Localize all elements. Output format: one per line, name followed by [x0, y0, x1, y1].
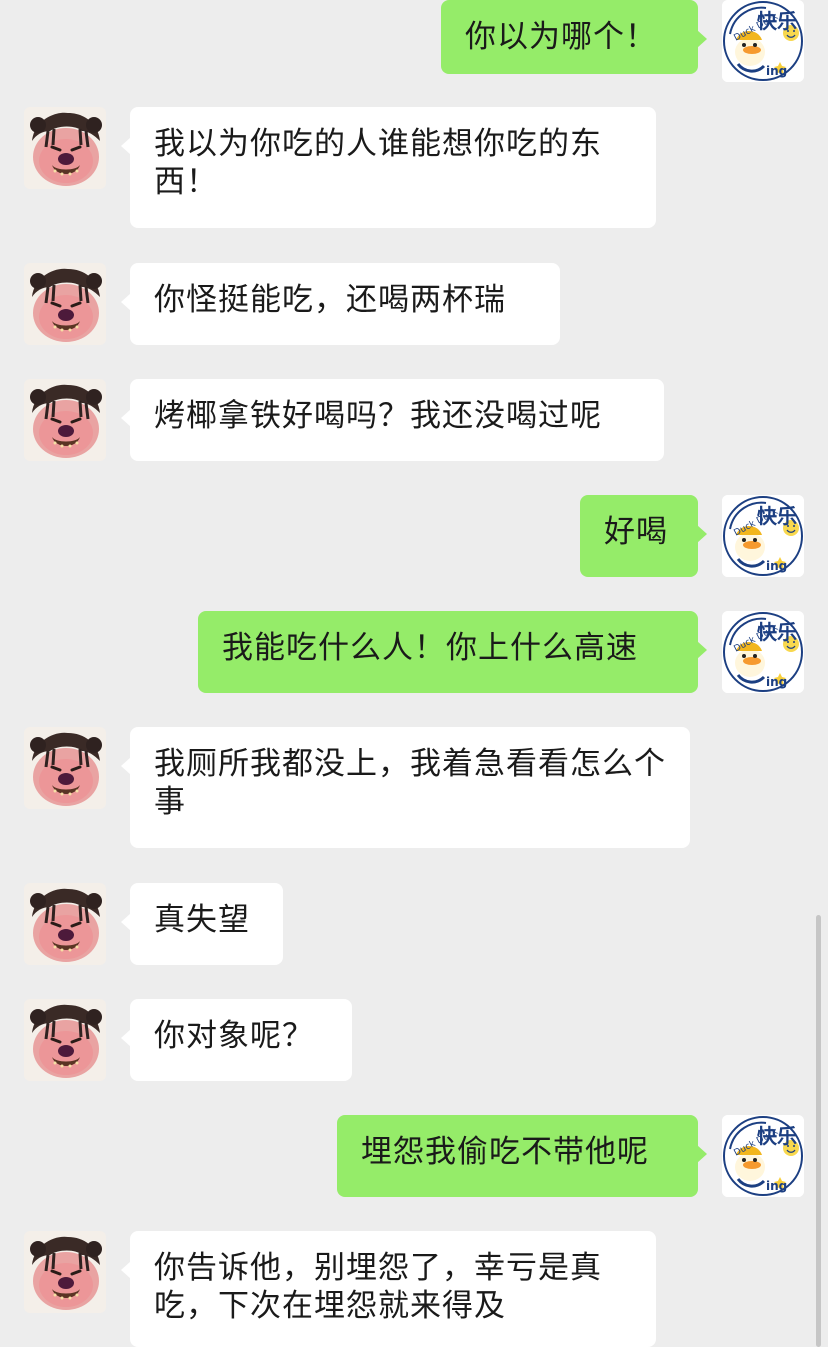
pig-avatar-icon	[24, 999, 106, 1081]
chat-message: 埋怨我偷吃不带他呢 Duck Duck 快乐 ing	[0, 1115, 828, 1197]
svg-text:快乐: 快乐	[757, 504, 797, 528]
chat-message: 烤椰拿铁好喝吗？我还没喝过呢	[0, 379, 828, 461]
message-bubble[interactable]: 烤椰拿铁好喝吗？我还没喝过呢	[121, 379, 664, 461]
message-bubble[interactable]: 真失望	[121, 883, 283, 965]
chat-message: 你对象呢？	[0, 999, 828, 1081]
pig-character-avatar[interactable]	[24, 107, 106, 189]
pig-avatar-icon	[24, 883, 106, 965]
message-bubble[interactable]: 我厕所我都没上，我着急看看怎么个事	[121, 727, 690, 848]
pig-avatar-icon	[24, 107, 106, 189]
svg-text:快乐: 快乐	[757, 620, 797, 644]
message-bubble[interactable]: 你对象呢？	[121, 999, 352, 1081]
chat-message: 我能吃什么人！你上什么高速 Duck Duck 快乐 ing	[0, 611, 828, 693]
pig-character-avatar[interactable]	[24, 263, 106, 345]
message-bubble[interactable]: 埋怨我偷吃不带他呢	[337, 1115, 707, 1197]
chat-message: 我厕所我都没上，我着急看看怎么个事	[0, 727, 828, 848]
svg-text:ing: ing	[766, 64, 787, 78]
message-bubble[interactable]: 好喝	[580, 495, 707, 577]
message-bubble[interactable]: 你告诉他，别埋怨了，幸亏是真吃，下次在埋怨就来得及	[121, 1231, 656, 1347]
pig-avatar-icon	[24, 1231, 106, 1313]
pig-avatar-icon	[24, 379, 106, 461]
chat-message: 真失望	[0, 883, 828, 965]
svg-text:ing: ing	[766, 559, 787, 573]
duck-avatar-icon: Duck Duck 快乐 ing	[722, 0, 804, 82]
message-bubble[interactable]: 你怪挺能吃，还喝两杯瑞	[121, 263, 560, 345]
svg-text:ing: ing	[766, 1179, 787, 1193]
chat-history: 你以为哪个！ Duck Duck 快乐 ing 我以为你吃的人谁能想你吃的东西！…	[0, 0, 828, 1347]
duck-avatar-icon: Duck Duck 快乐 ing	[722, 495, 804, 577]
pig-character-avatar[interactable]	[24, 883, 106, 965]
duck-sticker-avatar[interactable]: Duck Duck 快乐 ing	[722, 1115, 804, 1197]
chat-message: 你怪挺能吃，还喝两杯瑞	[0, 263, 828, 345]
vertical-scrollbar[interactable]	[816, 915, 821, 1347]
svg-text:快乐: 快乐	[757, 1124, 797, 1148]
pig-avatar-icon	[24, 727, 106, 809]
message-bubble[interactable]: 我能吃什么人！你上什么高速	[198, 611, 707, 693]
pig-avatar-icon	[24, 263, 106, 345]
duck-avatar-icon: Duck Duck 快乐 ing	[722, 1115, 804, 1197]
duck-sticker-avatar[interactable]: Duck Duck 快乐 ing	[722, 495, 804, 577]
duck-avatar-icon: Duck Duck 快乐 ing	[722, 611, 804, 693]
chat-message: 好喝 Duck Duck 快乐 ing	[0, 495, 828, 577]
svg-text:快乐: 快乐	[757, 9, 797, 33]
message-bubble[interactable]: 我以为你吃的人谁能想你吃的东西！	[121, 107, 656, 228]
pig-character-avatar[interactable]	[24, 379, 106, 461]
duck-sticker-avatar[interactable]: Duck Duck 快乐 ing	[722, 611, 804, 693]
pig-character-avatar[interactable]	[24, 1231, 106, 1313]
chat-message: 你以为哪个！ Duck Duck 快乐 ing	[0, 0, 828, 82]
pig-character-avatar[interactable]	[24, 727, 106, 809]
pig-character-avatar[interactable]	[24, 999, 106, 1081]
message-bubble[interactable]: 你以为哪个！	[441, 0, 707, 74]
svg-text:ing: ing	[766, 675, 787, 689]
chat-message: 我以为你吃的人谁能想你吃的东西！	[0, 107, 828, 228]
duck-sticker-avatar[interactable]: Duck Duck 快乐 ing	[722, 0, 804, 82]
chat-message: 你告诉他，别埋怨了，幸亏是真吃，下次在埋怨就来得及	[0, 1231, 828, 1347]
